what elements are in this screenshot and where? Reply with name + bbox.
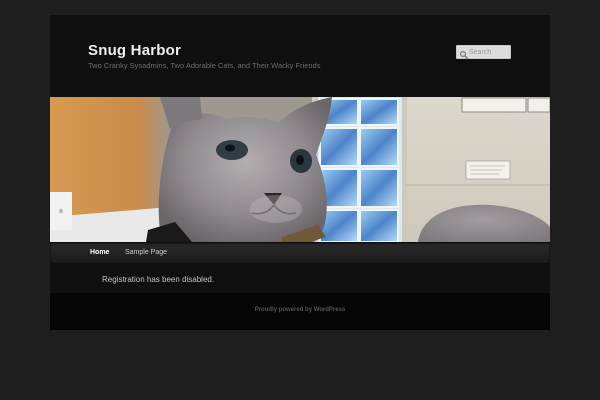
nav-item-sample-page[interactable]: Sample Page (125, 242, 167, 263)
search-input[interactable] (469, 46, 509, 58)
magnifier-icon (459, 47, 469, 60)
site-title[interactable]: Snug Harbor (88, 42, 181, 59)
header-image[interactable] (50, 97, 550, 242)
site-footer: Proudly powered by WordPress (50, 293, 550, 330)
nav-item-home[interactable]: Home (90, 242, 109, 263)
site-description: Two Cranky Sysadmins, Two Adorable Cats,… (88, 61, 321, 70)
page-container: Snug Harbor Two Cranky Sysadmins, Two Ad… (50, 15, 550, 330)
main-navigation: Home Sample Page (50, 242, 550, 263)
search-form (456, 45, 511, 60)
main-content: Registration has been disabled. (50, 263, 550, 293)
footer-credit-link[interactable]: Proudly powered by WordPress (50, 307, 550, 313)
site-header: Snug Harbor Two Cranky Sysadmins, Two Ad… (50, 15, 550, 97)
registration-notice: Registration has been disabled. (102, 275, 215, 284)
